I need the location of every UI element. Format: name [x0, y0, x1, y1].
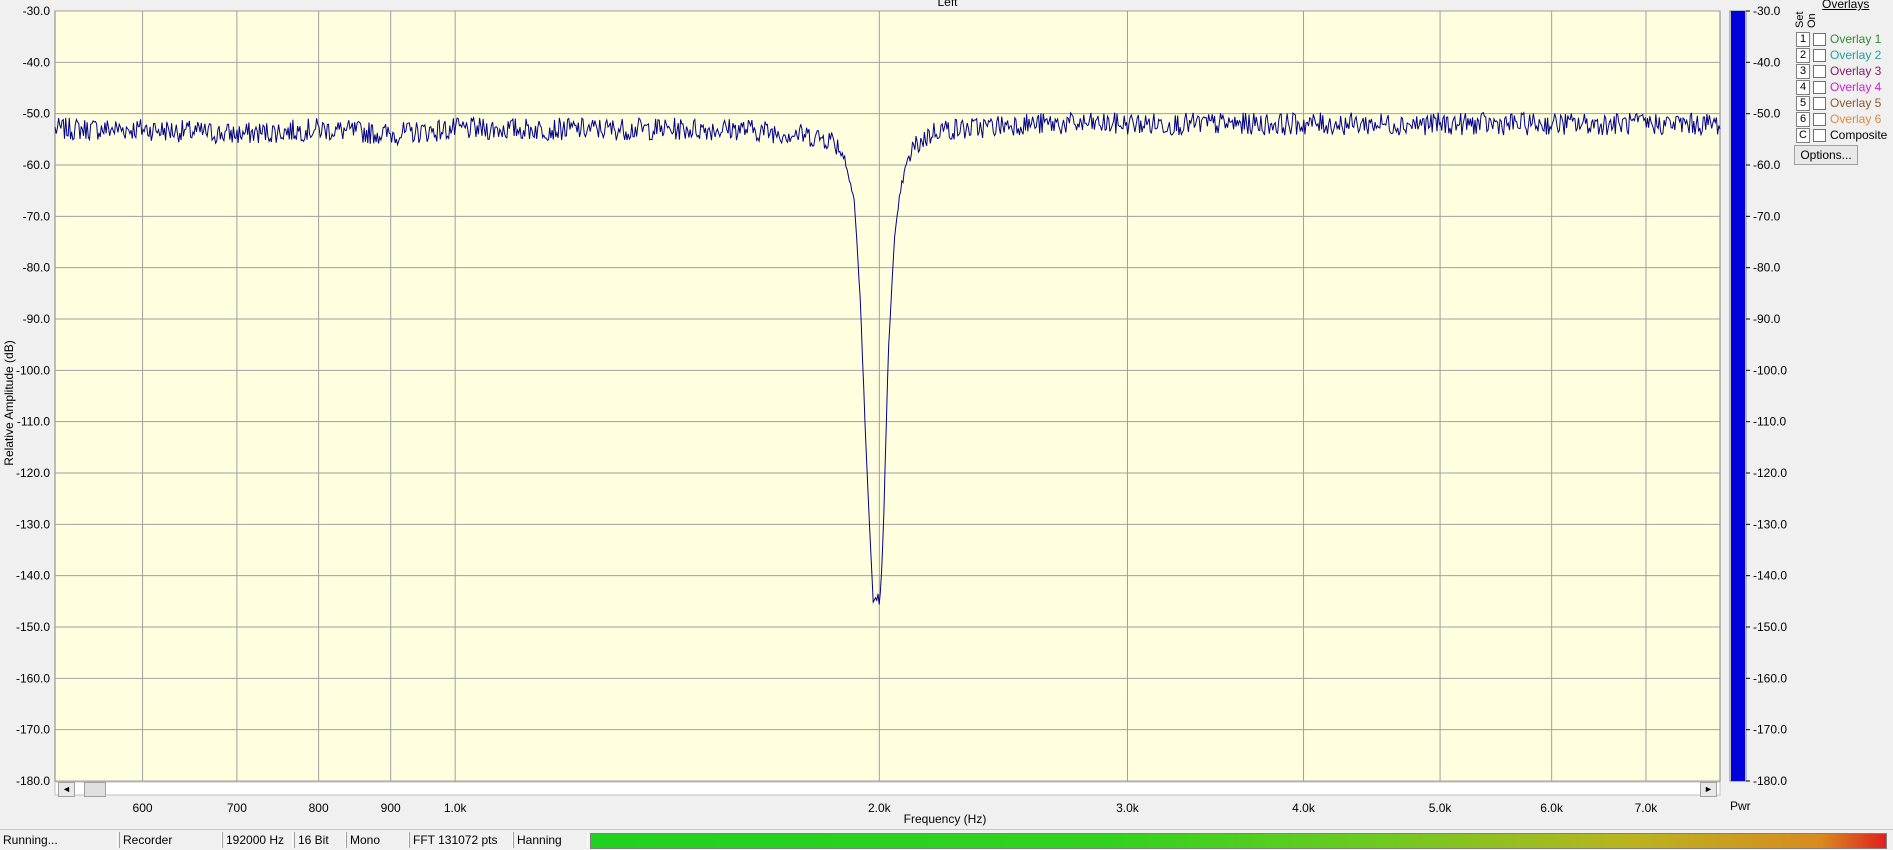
- pwr-tick-label: -50.0: [1753, 107, 1781, 121]
- y-tick-label: -110.0: [17, 415, 50, 429]
- pwr-label: Pwr: [1730, 799, 1751, 813]
- x-tick-label: 5.0k: [1429, 801, 1453, 815]
- pwr-tick-label: -40.0: [1753, 55, 1781, 69]
- y-tick-label: -180.0: [16, 774, 50, 788]
- pwr-meter-fill: [1731, 11, 1745, 781]
- overlay-label: Overlay 2: [1830, 48, 1882, 62]
- overlay-row: 3 Overlay 3: [1792, 63, 1893, 79]
- overlay-on-checkbox[interactable]: [1813, 97, 1826, 110]
- status-bit-depth: 16 Bit: [294, 832, 346, 848]
- overlay-set-button[interactable]: 6: [1796, 112, 1810, 127]
- overlay-label: Overlay 3: [1830, 64, 1882, 78]
- y-axis-label: Relative Amplitude (dB): [2, 340, 16, 465]
- options-button[interactable]: Options...: [1794, 145, 1858, 165]
- scroll-thumb[interactable]: [84, 782, 106, 797]
- overlay-label: Composite: [1830, 128, 1888, 142]
- overlay-label: Overlay 6: [1830, 112, 1882, 126]
- overlay-set-button[interactable]: 1: [1796, 32, 1810, 47]
- overlay-row: C Composite: [1792, 127, 1893, 143]
- status-window: Hanning: [513, 832, 588, 848]
- x-tick-label: 800: [309, 801, 329, 815]
- y-tick-label: -90.0: [23, 312, 51, 326]
- x-tick-label: 900: [381, 801, 401, 815]
- pwr-tick-label: -170.0: [1753, 723, 1787, 737]
- y-tick-label: -130.0: [16, 517, 50, 531]
- spectrum-chart: -30.0 -40.0 -50.0 -60.0 -70.0 -80.0 -90.0 -100.…: [2, 0, 1787, 826]
- overlay-on-checkbox[interactable]: [1813, 33, 1826, 46]
- y-tick-label: -140.0: [16, 569, 50, 583]
- pwr-tick-label: -100.0: [1753, 363, 1787, 377]
- overlay-set-button[interactable]: 2: [1796, 48, 1810, 63]
- pwr-tick-label: -60.0: [1753, 158, 1781, 172]
- y-tick-label: -160.0: [16, 671, 50, 685]
- pwr-tick-label: -130.0: [1753, 517, 1787, 531]
- overlay-on-checkbox[interactable]: [1813, 113, 1826, 126]
- status-sample-rate: 192000 Hz: [222, 832, 293, 848]
- x-tick-label: 7.0k: [1635, 801, 1659, 815]
- overlay-label: Overlay 1: [1830, 32, 1882, 46]
- overlay-row: 5 Overlay 5: [1792, 95, 1893, 111]
- x-tick-label: 6.0k: [1540, 801, 1564, 815]
- scroll-left-button[interactable]: ◄: [58, 782, 75, 797]
- pwr-tick-label: -180.0: [1753, 774, 1787, 788]
- pwr-tick-label: -160.0: [1753, 671, 1787, 685]
- y-tick-label: -120.0: [16, 466, 50, 480]
- overlays-title: Overlays: [1822, 0, 1870, 11]
- y-tick-label: -50.0: [23, 107, 51, 121]
- overlay-label: Overlay 5: [1830, 96, 1882, 110]
- x-tick-label: 4.0k: [1292, 801, 1316, 815]
- overlay-set-button[interactable]: 5: [1796, 96, 1810, 111]
- scroll-track: [54, 781, 1721, 796]
- overlays-set-header: Set: [1794, 11, 1806, 28]
- status-fft-size: FFT 131072 pts: [409, 832, 513, 848]
- x-axis-label: Frequency (Hz): [904, 812, 987, 826]
- status-state: Running...: [0, 832, 118, 848]
- overlay-row: 4 Overlay 4: [1792, 79, 1893, 95]
- overlay-on-checkbox[interactable]: [1813, 129, 1826, 142]
- scroll-left-icon: ◄: [62, 784, 71, 794]
- scroll-right-button[interactable]: ►: [1700, 782, 1717, 797]
- x-tick-label: 600: [133, 801, 153, 815]
- overlay-row: 1 Overlay 1: [1792, 31, 1893, 47]
- overlay-row: 2 Overlay 2: [1792, 47, 1893, 63]
- x-tick-label: 3.0k: [1116, 801, 1140, 815]
- overlay-set-button[interactable]: 3: [1796, 64, 1810, 79]
- y-tick-label: -80.0: [23, 261, 51, 275]
- overlay-on-checkbox[interactable]: [1813, 49, 1826, 62]
- x-tick-label: 1.0k: [444, 801, 468, 815]
- x-tick-label: 2.0k: [868, 801, 892, 815]
- overlay-set-button[interactable]: 4: [1796, 80, 1810, 95]
- y-tick-label: -60.0: [23, 158, 51, 172]
- pwr-tick-label: -120.0: [1753, 466, 1787, 480]
- status-source: Recorder: [119, 832, 222, 848]
- pwr-tick-label: -90.0: [1753, 312, 1781, 326]
- overlay-set-button[interactable]: C: [1796, 128, 1810, 143]
- y-tick-label: -100.0: [16, 363, 50, 377]
- overlay-on-checkbox[interactable]: [1813, 65, 1826, 78]
- y-tick-label: -70.0: [23, 209, 51, 223]
- overlay-on-checkbox[interactable]: [1813, 81, 1826, 94]
- pwr-tick-label: -30.0: [1753, 4, 1781, 18]
- chart-title: Left: [937, 0, 958, 9]
- y-tick-label: -150.0: [16, 620, 50, 634]
- scroll-right-icon: ►: [1704, 784, 1713, 794]
- status-bar: Running... Recorder 192000 Hz 16 Bit Mon…: [0, 829, 1893, 850]
- x-tick-label: 700: [227, 801, 247, 815]
- y-tick-label: -40.0: [23, 55, 51, 69]
- pwr-tick-label: -80.0: [1753, 261, 1781, 275]
- y-tick-label: -30.0: [23, 4, 51, 18]
- pwr-tick-label: -110.0: [1753, 415, 1786, 429]
- overlay-row: 6 Overlay 6: [1792, 111, 1893, 127]
- overlays-on-header: On: [1806, 13, 1818, 28]
- status-channels: Mono: [346, 832, 409, 848]
- input-level-meter: [590, 833, 1887, 849]
- pwr-tick-label: -70.0: [1753, 209, 1781, 223]
- y-tick-label: -170.0: [16, 723, 50, 737]
- pwr-tick-label: -140.0: [1753, 569, 1787, 583]
- overlay-label: Overlay 4: [1830, 80, 1882, 94]
- pwr-tick-label: -150.0: [1753, 620, 1787, 634]
